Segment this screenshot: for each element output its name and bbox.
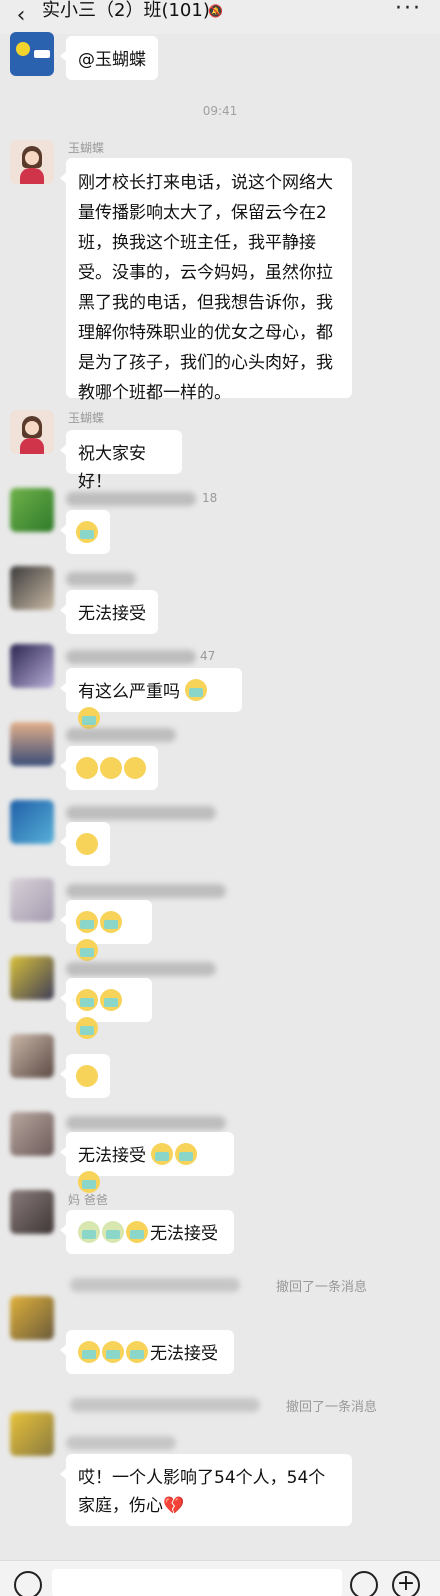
- message-bubble[interactable]: [60, 978, 152, 1039]
- voice-icon[interactable]: [14, 1571, 42, 1596]
- hug-emoji-icon: [76, 1065, 98, 1087]
- crying-emoji-icon: [126, 1221, 148, 1243]
- smirk-emoji-icon: [76, 757, 98, 779]
- blurred-name: [66, 572, 136, 586]
- plus-icon[interactable]: +: [392, 1571, 420, 1596]
- message-bubble[interactable]: 无法接受: [60, 1210, 234, 1254]
- avatar[interactable]: [10, 566, 54, 610]
- message-bubble[interactable]: 祝大家安好！: [60, 430, 182, 492]
- bell-off-icon: 🔕: [208, 4, 223, 18]
- blurred-name: [66, 884, 226, 898]
- crying-emoji-icon: [76, 1017, 98, 1039]
- blurred-name: [66, 806, 216, 820]
- chat-title: 实小三（2）班(101): [42, 0, 210, 21]
- avatar[interactable]: [10, 410, 54, 454]
- crying-emoji-icon: [102, 1341, 124, 1363]
- message-bubble[interactable]: 有这么严重吗: [60, 668, 242, 729]
- message-text: 无法接受: [78, 604, 146, 624]
- sick-emoji-icon: [76, 833, 98, 855]
- avatar[interactable]: [10, 1190, 54, 1234]
- smirk-emoji-icon: [100, 757, 122, 779]
- avatar[interactable]: [10, 878, 54, 922]
- message-text: 哎！一个人影响了54个人，54个家庭，伤心: [78, 1468, 326, 1516]
- avatar[interactable]: [10, 1296, 54, 1340]
- sender-name: 18: [202, 491, 218, 505]
- blurred-name: [66, 1436, 176, 1450]
- crying-emoji-icon: [78, 1171, 100, 1193]
- avatar[interactable]: [10, 32, 54, 76]
- broken-heart-icon: 💔: [163, 1496, 185, 1516]
- crying-emoji-icon: [78, 1221, 100, 1243]
- message-bubble[interactable]: @玉蝴蝶: [60, 36, 158, 80]
- crying-emoji-icon: [126, 1341, 148, 1363]
- crying-emoji-icon: [185, 679, 208, 701]
- avatar[interactable]: [10, 1112, 54, 1156]
- smile-icon[interactable]: [350, 1571, 378, 1596]
- avatar[interactable]: [10, 956, 54, 1000]
- sender-name: 妈 爸爸: [68, 1193, 108, 1207]
- avatar[interactable]: [10, 722, 54, 766]
- blurred-name: [66, 962, 216, 976]
- crying-emoji-icon: [78, 707, 100, 729]
- crying-emoji-icon: [76, 911, 98, 933]
- crying-emoji-icon: [78, 1341, 100, 1363]
- message-text: 刚才校长打来电话，说这个网络大量传播影响太大了，保留云今在2班，换我这个班主任，…: [78, 173, 333, 403]
- avatar[interactable]: [10, 488, 54, 532]
- message-text: 有这么严重吗: [78, 682, 180, 702]
- crying-emoji-icon: [76, 521, 98, 543]
- message-input[interactable]: [52, 1569, 342, 1596]
- recall-notice: 撤回了一条消息: [276, 1280, 368, 1295]
- timestamp: 09:41: [202, 104, 238, 118]
- sender-name: 玉蝴蝶: [68, 411, 105, 425]
- recall-notice: 撤回了一条消息: [286, 1400, 378, 1415]
- avatar[interactable]: [10, 800, 54, 844]
- message-text: 无法接受: [78, 1146, 146, 1166]
- message-bubble[interactable]: 无法接受: [60, 1330, 234, 1374]
- blurred-name: [66, 492, 196, 506]
- sender-name: 47: [200, 649, 216, 663]
- message-bubble[interactable]: [60, 510, 110, 554]
- chat-header: ‹ 实小三（2）班(101) 🔕 ···: [0, 0, 440, 34]
- crying-emoji-icon: [102, 1221, 124, 1243]
- message-text: 祝大家安好！: [78, 444, 146, 492]
- message-bubble[interactable]: [60, 822, 110, 866]
- avatar[interactable]: [10, 1034, 54, 1078]
- sender-name: 玉蝴蝶: [68, 141, 105, 155]
- crying-emoji-icon: [175, 1143, 198, 1165]
- message-bubble[interactable]: 刚才校长打来电话，说这个网络大量传播影响太大了，保留云今在2班，换我这个班主任，…: [60, 158, 352, 403]
- avatar[interactable]: [10, 644, 54, 688]
- message-text: 无法接受: [150, 1344, 218, 1364]
- crying-emoji-icon: [151, 1143, 174, 1165]
- message-bubble[interactable]: [60, 1054, 110, 1098]
- message-bubble[interactable]: 无法接受: [60, 1132, 234, 1193]
- avatar[interactable]: [10, 1412, 54, 1456]
- smirk-emoji-icon: [124, 757, 146, 779]
- blurred-name: [66, 1116, 226, 1130]
- crying-emoji-icon: [100, 989, 122, 1011]
- message-text: @玉蝴蝶: [78, 50, 146, 70]
- message-text: 无法接受: [150, 1224, 218, 1244]
- more-dots-icon[interactable]: ···: [395, 0, 422, 20]
- message-bubble[interactable]: [60, 746, 158, 790]
- crying-emoji-icon: [100, 911, 122, 933]
- message-bubble[interactable]: [60, 900, 152, 961]
- message-bubble[interactable]: 哎！一个人影响了54个人，54个家庭，伤心💔: [60, 1454, 352, 1526]
- message-bubble[interactable]: 无法接受: [60, 590, 158, 634]
- avatar[interactable]: [10, 140, 54, 184]
- crying-emoji-icon: [76, 989, 98, 1011]
- input-bar: +: [0, 1560, 440, 1596]
- blurred-name: [66, 650, 196, 664]
- crying-emoji-icon: [76, 939, 98, 961]
- chevron-left-icon[interactable]: ‹: [8, 2, 34, 28]
- blurred-name: [66, 728, 176, 742]
